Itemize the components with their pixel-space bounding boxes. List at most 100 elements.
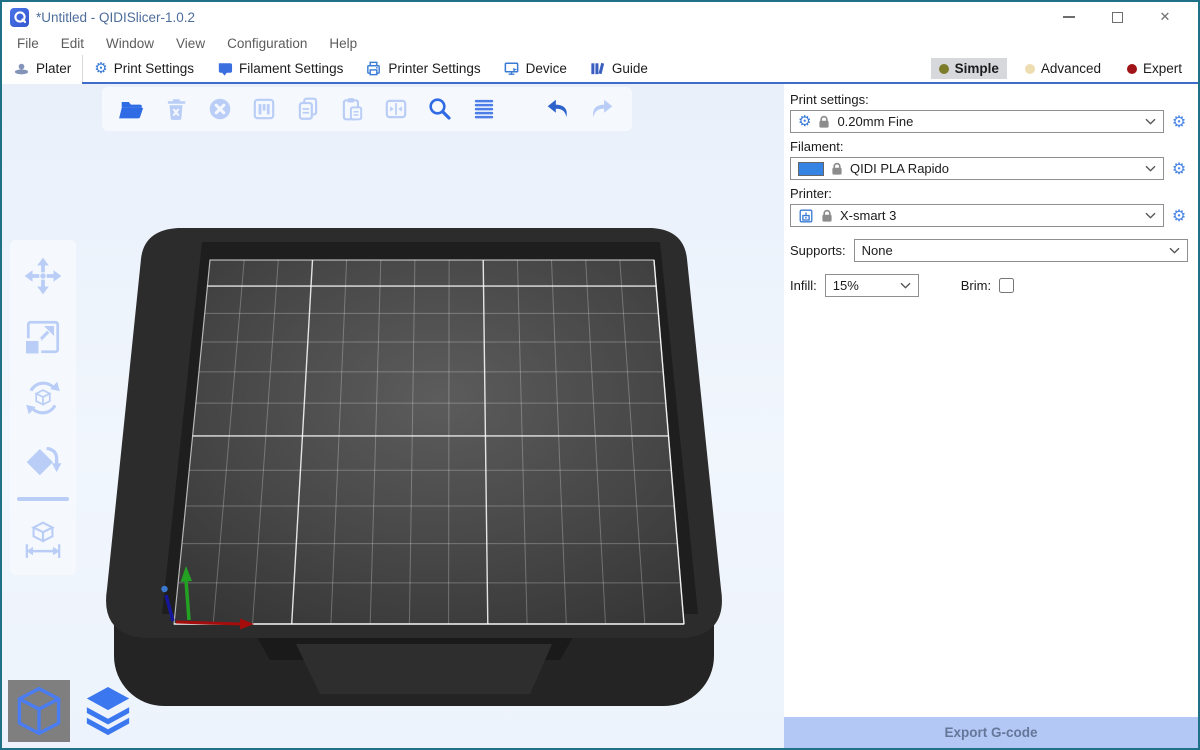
printer-select[interactable]: X-smart 3 <box>790 204 1164 227</box>
preview-view-button[interactable] <box>80 682 136 742</box>
printer-icon <box>365 60 382 77</box>
menu-window[interactable]: Window <box>95 36 165 51</box>
printer-icon <box>798 208 814 224</box>
tab-label: Print Settings <box>114 61 194 76</box>
plater-icon <box>13 60 30 77</box>
filament-value: QIDI PLA Rapido <box>850 161 1138 176</box>
print-settings-value: 0.20mm Fine <box>837 114 1138 129</box>
mode-label: Advanced <box>1041 61 1101 76</box>
print-settings-select[interactable]: ⚙ 0.20mm Fine <box>790 110 1164 133</box>
mode-label: Simple <box>955 61 999 76</box>
supports-value: None <box>862 243 1162 258</box>
filament-gear-button[interactable]: ⚙ <box>1168 159 1190 179</box>
cube-view-icon <box>11 682 67 740</box>
menu-edit[interactable]: Edit <box>50 36 95 51</box>
main-toolbar <box>102 87 632 131</box>
filament-color-swatch <box>798 162 824 176</box>
menu-bar: File Edit Window View Configuration Help <box>2 32 1198 55</box>
simple-dot-icon <box>939 64 949 74</box>
editor-view-button[interactable] <box>8 680 70 742</box>
lock-icon <box>831 162 843 176</box>
brim-label: Brim: <box>961 278 991 293</box>
menu-view[interactable]: View <box>165 36 216 51</box>
infill-label: Infill: <box>790 278 817 293</box>
tab-label: Filament Settings <box>239 61 343 76</box>
tab-filament-settings[interactable]: Filament Settings <box>205 55 354 82</box>
export-gcode-button[interactable]: Export G-code <box>784 717 1198 748</box>
app-window: *Untitled - QIDISlicer-1.0.2 ✕ File Edit… <box>0 0 1200 750</box>
scale-tool-button[interactable] <box>20 314 66 360</box>
chevron-down-icon <box>1145 165 1156 172</box>
expert-dot-icon <box>1127 64 1137 74</box>
guide-books-icon <box>589 60 606 77</box>
split-view-button[interactable] <box>380 93 412 125</box>
tab-label: Printer Settings <box>388 61 480 76</box>
tab-plater[interactable]: Plater <box>2 55 83 82</box>
settings-panel: Print settings: ⚙ 0.20mm Fine ⚙ Filament… <box>784 84 1198 748</box>
tab-label: Device <box>526 61 567 76</box>
mode-simple[interactable]: Simple <box>931 58 1007 79</box>
menu-file[interactable]: File <box>6 36 50 51</box>
brim-checkbox[interactable] <box>999 278 1014 293</box>
copy-button[interactable] <box>292 93 324 125</box>
redo-button[interactable] <box>586 93 618 125</box>
maximize-button[interactable] <box>1110 10 1124 24</box>
mode-expert[interactable]: Expert <box>1119 58 1190 79</box>
print-bed <box>2 84 784 748</box>
window-title: *Untitled - QIDISlicer-1.0.2 <box>36 10 195 25</box>
advanced-dot-icon <box>1025 64 1035 74</box>
lock-icon <box>818 115 830 129</box>
printer-label: Printer: <box>790 186 1190 201</box>
close-button[interactable]: ✕ <box>1158 10 1172 24</box>
tab-label: Guide <box>612 61 648 76</box>
app-logo-icon <box>10 8 29 27</box>
mode-label: Expert <box>1143 61 1182 76</box>
undo-button[interactable] <box>542 93 574 125</box>
3d-viewport[interactable] <box>2 84 784 748</box>
menu-help[interactable]: Help <box>318 36 368 51</box>
paste-button[interactable] <box>336 93 368 125</box>
chevron-down-icon <box>900 282 911 289</box>
measure-tool-button[interactable] <box>20 516 66 562</box>
tab-bar: Plater ⚙ Print Settings Filament Setting… <box>2 55 1198 84</box>
layers-view-icon <box>83 685 133 739</box>
place-on-face-tool-button[interactable] <box>20 436 66 482</box>
delete-all-button[interactable] <box>204 93 236 125</box>
gear-icon: ⚙ <box>94 61 107 76</box>
minimize-button[interactable] <box>1062 10 1076 24</box>
arrange-button[interactable] <box>248 93 280 125</box>
move-tool-button[interactable] <box>20 253 66 299</box>
infill-value: 15% <box>833 278 893 293</box>
search-button[interactable] <box>424 93 456 125</box>
chevron-down-icon <box>1169 247 1180 254</box>
supports-select[interactable]: None <box>854 239 1188 262</box>
tab-device[interactable]: Device <box>492 55 578 82</box>
print-settings-label: Print settings: <box>790 92 1190 107</box>
tab-printer-settings[interactable]: Printer Settings <box>354 55 491 82</box>
open-file-button[interactable] <box>116 93 148 125</box>
toolbar-separator <box>17 497 69 501</box>
device-icon <box>503 60 520 77</box>
chevron-down-icon <box>1145 212 1156 219</box>
menu-configuration[interactable]: Configuration <box>216 36 318 51</box>
delete-button[interactable] <box>160 93 192 125</box>
chevron-down-icon <box>1145 118 1156 125</box>
filament-select[interactable]: QIDI PLA Rapido <box>790 157 1164 180</box>
tab-print-settings[interactable]: ⚙ Print Settings <box>83 55 205 82</box>
printer-value: X-smart 3 <box>840 208 1138 223</box>
mode-advanced[interactable]: Advanced <box>1017 58 1109 79</box>
infill-select[interactable]: 15% <box>825 274 919 297</box>
variable-layer-height-button[interactable] <box>468 93 500 125</box>
tab-guide[interactable]: Guide <box>578 55 659 82</box>
printer-gear-button[interactable]: ⚙ <box>1168 206 1190 226</box>
title-bar: *Untitled - QIDISlicer-1.0.2 ✕ <box>2 2 1198 32</box>
mode-switcher: Simple Advanced Expert <box>931 55 1198 82</box>
tab-label: Plater <box>36 61 71 76</box>
rotate-tool-button[interactable] <box>20 375 66 421</box>
view-switch <box>8 680 136 742</box>
print-settings-gear-button[interactable]: ⚙ <box>1168 112 1190 132</box>
lock-icon <box>821 209 833 223</box>
object-toolbar <box>10 240 76 575</box>
filament-icon <box>216 60 233 77</box>
filament-label: Filament: <box>790 139 1190 154</box>
